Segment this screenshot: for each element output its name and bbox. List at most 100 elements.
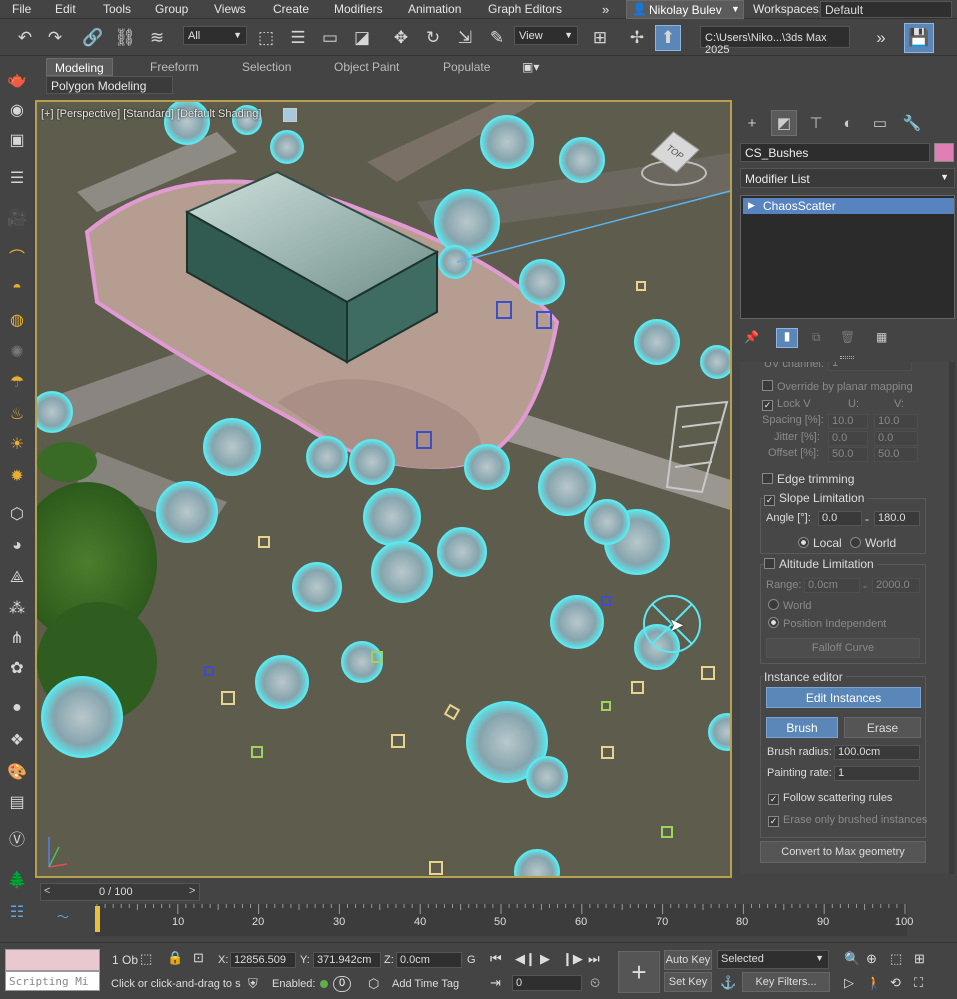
ambient-light-icon[interactable]: ✹	[5, 464, 29, 488]
viewcube[interactable]: TOP	[641, 130, 707, 196]
tab-selection[interactable]: Selection	[234, 58, 299, 76]
forest-icon[interactable]: 🌲	[5, 868, 29, 892]
local-radio[interactable]: Local	[798, 536, 842, 550]
move-icon[interactable]: ✥	[388, 25, 414, 51]
edge-trimming-checkbox[interactable]: Edge trimming	[762, 472, 854, 486]
edit-instances-button[interactable]: Edit Instances	[766, 687, 921, 708]
z-coordinate-field[interactable]: 0.0cm	[396, 952, 462, 968]
box-icon[interactable]: ▣	[5, 128, 29, 152]
time-slider-track[interactable]: < 0 / 100 >	[40, 883, 200, 901]
next-frame-icon[interactable]: >	[189, 885, 195, 897]
user-account-menu[interactable]: 👤 Nikolay Bulev ▼	[626, 0, 744, 19]
zoom-icon[interactable]: 🔍	[844, 951, 860, 967]
select-object-icon[interactable]: ⬚	[253, 25, 279, 51]
pivot-icon[interactable]: ⊞	[587, 25, 613, 51]
create-icon[interactable]: +	[739, 110, 765, 136]
go-to-start-icon[interactable]: ⏮	[490, 951, 502, 967]
undo-icon[interactable]: ↶	[12, 25, 38, 51]
painting-rate-spinner[interactable]: 1	[834, 766, 920, 781]
follow-rules-checkbox[interactable]: ✓ Follow scattering rules	[768, 792, 892, 805]
go-to-end-icon[interactable]: ⏭	[588, 951, 600, 967]
pin-stack-icon[interactable]: 📌	[744, 330, 759, 344]
menu-group[interactable]: Group	[155, 2, 188, 16]
show-end-result-icon[interactable]: ▮	[776, 328, 798, 348]
save-icon[interactable]: 💾	[904, 23, 934, 53]
display-icon[interactable]: ▭	[867, 110, 893, 136]
place-icon[interactable]: ✎	[484, 25, 510, 51]
teapot-icon[interactable]: 🫖	[5, 68, 29, 92]
key-mode-toggle-icon[interactable]: ⇥	[490, 975, 501, 991]
erase-button[interactable]: Erase	[844, 717, 921, 738]
x-coordinate-field[interactable]: 12856.509	[230, 952, 296, 968]
utilities-icon[interactable]: 🔧	[899, 110, 925, 136]
object-name-field[interactable]: CS_Bushes	[740, 143, 930, 162]
polygon-modeling-panel[interactable]: Polygon Modeling	[46, 76, 173, 94]
selection-filter-dropdown[interactable]: All ▼	[183, 26, 247, 45]
modify-icon[interactable]: ◩	[771, 110, 797, 136]
altitude-limitation-checkbox[interactable]: Altitude Limitation	[764, 557, 877, 571]
viewport-label[interactable]: [+] [Perspective] [Standard] [Default Sh…	[41, 108, 261, 120]
maxscript-listener-output[interactable]	[5, 949, 100, 971]
snap-toggle-icon[interactable]: ⬆	[655, 25, 681, 51]
menu-graph-editors[interactable]: Graph Editors	[488, 2, 562, 16]
key-mode-dropdown[interactable]: Selected ▼	[717, 950, 829, 969]
walk-through-icon[interactable]: 🚶	[866, 975, 882, 991]
proxy-icon[interactable]: ⬡	[5, 502, 29, 526]
viewport-color-swatch[interactable]	[283, 108, 297, 122]
scale-icon[interactable]: ⇲	[452, 25, 478, 51]
maximize-viewport-icon[interactable]: ⛶	[914, 975, 923, 991]
plane-icon[interactable]: ⟁	[5, 566, 29, 590]
rotate-icon[interactable]: ↻	[420, 25, 446, 51]
double-chevron-right-icon[interactable]: »	[868, 25, 894, 51]
rollout-scrollbar[interactable]	[949, 362, 955, 874]
zoom-all-icon[interactable]: ⊕	[866, 951, 877, 967]
track-bar[interactable]: 〜 10 20 30 40 50 60 70 80 90 100	[35, 904, 957, 942]
bind-spacewarp-icon[interactable]: ≋	[144, 25, 170, 51]
list-icon[interactable]: ☰	[5, 166, 29, 190]
workspaces-dropdown[interactable]: Default ×	[820, 1, 952, 18]
set-keys-icon[interactable]: +	[618, 951, 660, 993]
expand-triangle-icon[interactable]: ▶	[748, 200, 755, 211]
next-key-icon[interactable]: ❙▶	[562, 951, 583, 967]
sphere-icon[interactable]: ◉	[5, 98, 29, 122]
previous-key-icon[interactable]: ◀❙	[515, 951, 536, 967]
menu-tools[interactable]: Tools	[103, 2, 131, 16]
select-by-name-icon[interactable]: ☰	[285, 25, 311, 51]
tab-object-paint[interactable]: Object Paint	[326, 58, 407, 76]
redo-icon[interactable]: ↷	[42, 25, 68, 51]
ribbon-options-icon[interactable]: ▣▾	[514, 58, 547, 76]
orbit-icon[interactable]: ⟲	[890, 975, 901, 991]
sun-icon[interactable]: ☀	[5, 432, 29, 456]
window-crossing-icon[interactable]: ◪	[349, 25, 375, 51]
absolute-mode-icon[interactable]: ⊡	[193, 950, 204, 966]
unlink-icon[interactable]: ⛓	[112, 25, 138, 51]
reference-coordinate-dropdown[interactable]: View ▼	[514, 26, 578, 45]
object-color-swatch[interactable]	[934, 143, 954, 162]
tab-freeform[interactable]: Freeform	[142, 58, 207, 76]
time-slider-thumb[interactable]	[95, 906, 100, 932]
grass-icon[interactable]: ⋔	[5, 626, 29, 650]
link-icon[interactable]: 🔗	[80, 25, 106, 51]
menu-animation[interactable]: Animation	[408, 2, 461, 16]
material-sphere-icon[interactable]: ●	[5, 696, 29, 720]
sphere-light-icon[interactable]: ◍	[5, 308, 29, 332]
lock-icon[interactable]: 🔒	[167, 950, 183, 966]
modifier-list-dropdown[interactable]: Modifier List ▼	[740, 168, 955, 188]
fur-icon[interactable]: ◕	[5, 534, 29, 558]
project-path-field[interactable]: C:\Users\Niko...\3ds Max 2025	[700, 26, 850, 56]
scene-explorer-icon[interactable]: ☷	[5, 900, 29, 924]
key-filters-button[interactable]: Key Filters...	[742, 972, 830, 992]
previous-frame-icon[interactable]: <	[44, 885, 50, 897]
enabled-value[interactable]: 0	[333, 976, 351, 992]
brush-radius-spinner[interactable]: 100.0cm	[834, 745, 920, 760]
zoom-extents-all-icon[interactable]: ⊞	[914, 951, 925, 967]
time-configuration-icon[interactable]: ⏲	[590, 975, 600, 991]
perspective-viewport[interactable]: [+] [Perspective] [Standard] [Default Sh…	[35, 100, 732, 878]
current-frame-field[interactable]: 0	[512, 975, 582, 991]
tab-modeling[interactable]: Modeling	[46, 58, 113, 76]
slope-limitation-checkbox[interactable]: ✓ Slope Limitation	[764, 491, 868, 506]
curve-editor-icon[interactable]: 〜	[57, 908, 69, 925]
menu-views[interactable]: Views	[214, 2, 246, 16]
double-chevron-right-icon[interactable]: »	[602, 2, 609, 17]
mesh-light-icon[interactable]: ☂	[5, 370, 29, 394]
